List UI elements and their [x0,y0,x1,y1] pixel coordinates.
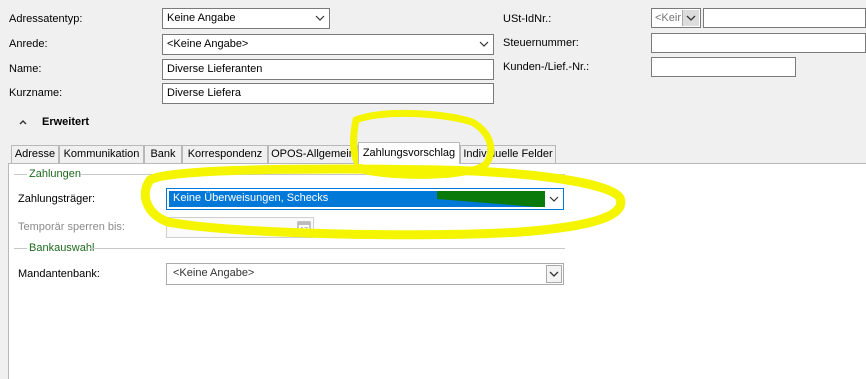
highlight-annotation [141,109,626,240]
tab-zahlungsvorschlag[interactable]: Zahlungsvorschlag [358,142,460,164]
tab-label: Zahlungsvorschlag [362,147,456,159]
